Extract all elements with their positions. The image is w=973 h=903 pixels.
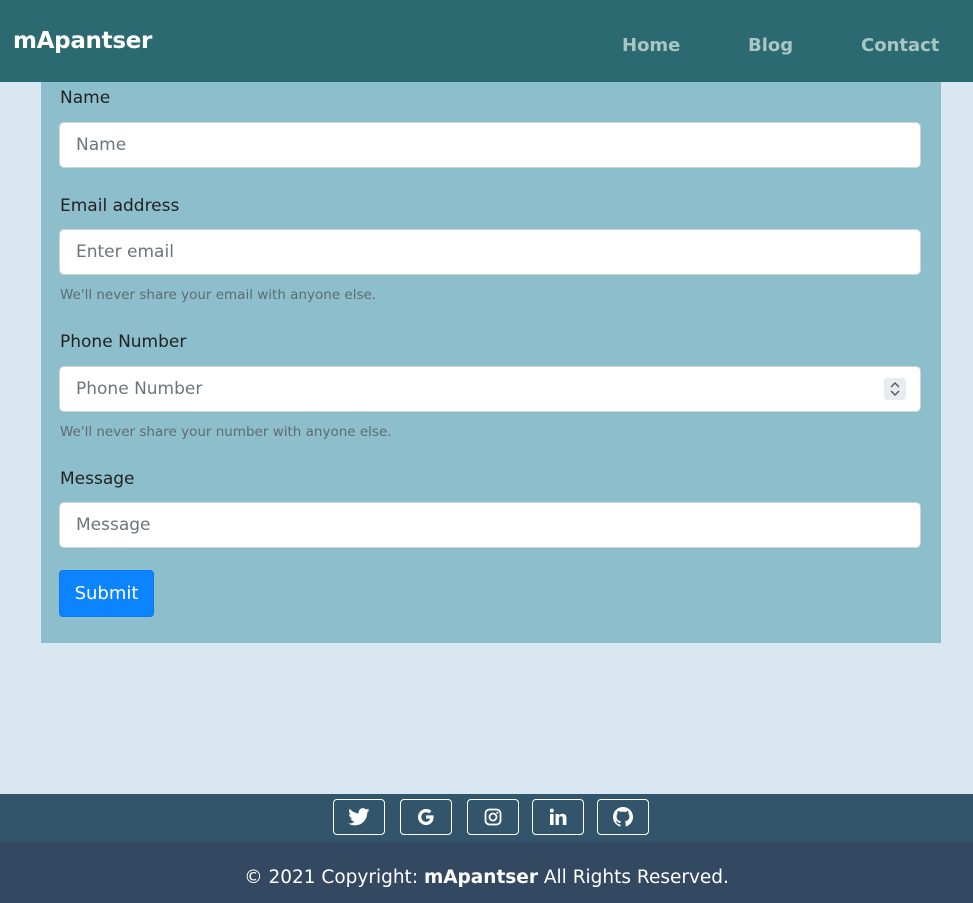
- phone-placeholder: Phone Number: [76, 379, 203, 399]
- social-bar: [0, 794, 973, 842]
- twitter-icon: [348, 808, 370, 826]
- email-label: Email address: [60, 196, 180, 216]
- message-input[interactable]: Message: [59, 502, 921, 548]
- instagram-button[interactable]: [467, 799, 519, 835]
- google-button[interactable]: [400, 799, 452, 835]
- email-placeholder: Enter email: [76, 242, 174, 262]
- copyright-brand[interactable]: mApantser: [424, 867, 538, 888]
- number-spinner[interactable]: [884, 378, 906, 400]
- submit-button[interactable]: Submit: [59, 570, 154, 617]
- name-placeholder: Name: [76, 135, 127, 155]
- spinner-arrows-icon: [890, 382, 900, 396]
- nav-home-link[interactable]: Home: [622, 34, 680, 58]
- brand-logo[interactable]: mApantser: [13, 27, 152, 55]
- instagram-icon: [484, 808, 502, 826]
- navbar: mApantser Home Blog Contact: [0, 0, 973, 82]
- footer: © 2021 Copyright: mApantser All Rights R…: [0, 842, 973, 903]
- email-help-text: We'll never share your email with anyone…: [60, 287, 377, 303]
- phone-label: Phone Number: [60, 332, 187, 352]
- phone-input[interactable]: Phone Number: [59, 366, 921, 412]
- copyright-suffix: All Rights Reserved.: [543, 867, 729, 888]
- nav-blog-link[interactable]: Blog: [748, 34, 793, 58]
- name-input[interactable]: Name: [59, 122, 921, 168]
- nav-contact-link[interactable]: Contact: [861, 34, 939, 58]
- copyright-text: © 2021 Copyright: mApantser All Rights R…: [0, 866, 973, 890]
- linkedin-button[interactable]: [532, 799, 584, 835]
- github-button[interactable]: [597, 799, 649, 835]
- message-placeholder: Message: [76, 515, 151, 535]
- contact-form: Name Name Email address Enter email We'l…: [41, 82, 941, 643]
- linkedin-icon: [549, 808, 567, 825]
- github-icon: [613, 807, 633, 827]
- copyright-prefix: © 2021 Copyright:: [244, 867, 419, 888]
- name-label: Name: [60, 88, 111, 108]
- phone-help-text: We'll never share your number with anyon…: [60, 424, 392, 440]
- email-input[interactable]: Enter email: [59, 229, 921, 275]
- twitter-button[interactable]: [333, 799, 385, 835]
- message-label: Message: [60, 469, 135, 489]
- google-icon: [418, 809, 434, 825]
